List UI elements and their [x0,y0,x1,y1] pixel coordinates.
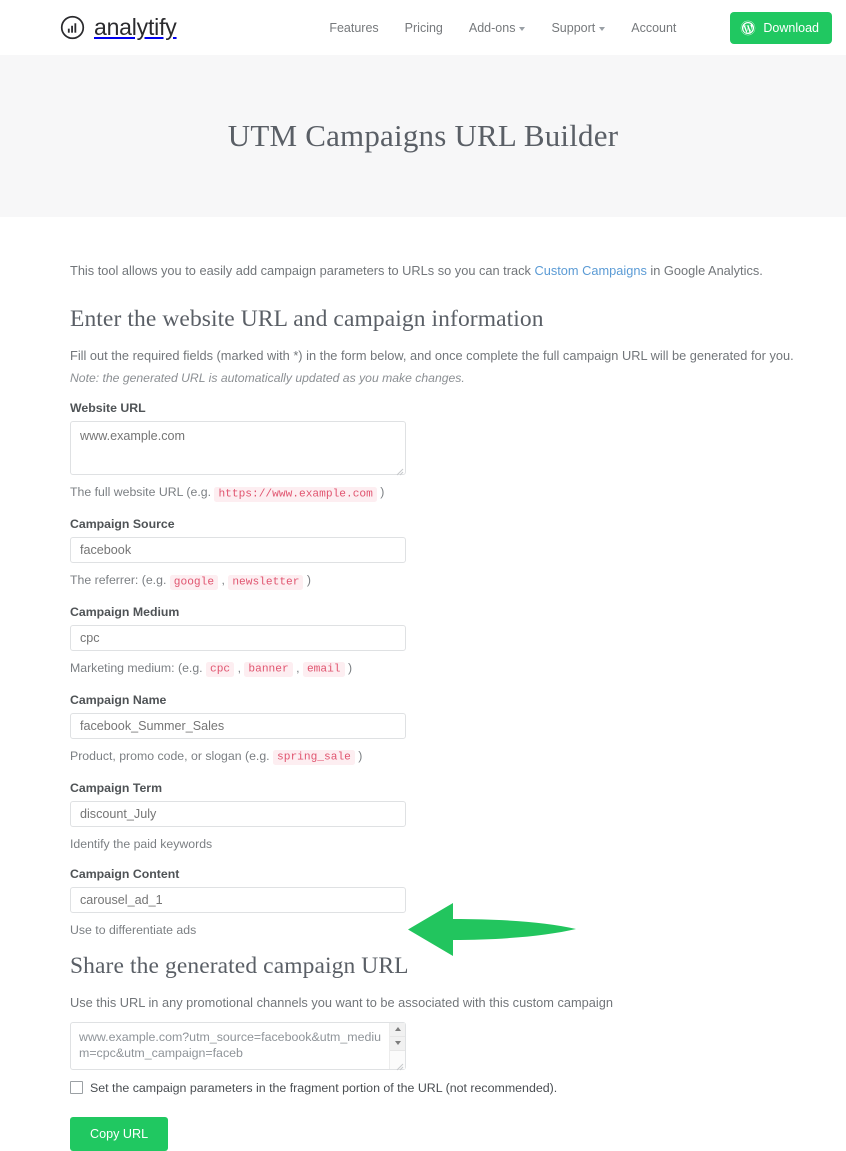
nav-item-account[interactable]: Account [631,21,676,35]
page-title: UTM Campaigns URL Builder [227,118,619,153]
scrollbar-track[interactable] [390,1050,405,1069]
field-campaign-source: Campaign Source [70,517,846,564]
share-description: Use this URL in any promotional channels… [70,995,613,1011]
campaign-name-input[interactable] [70,712,406,739]
helper-suffix: ) [354,748,363,763]
field-campaign-term: Campaign Term [70,781,846,827]
download-button[interactable]: Download [730,11,832,44]
fragment-checkbox-row[interactable]: Set the campaign parameters in the fragm… [70,1081,846,1095]
main-content: This tool allows you to easily add campa… [0,217,846,1151]
code-token: cpc [206,662,235,678]
helper-prefix: Product, promo code, or slogan (e.g. [70,748,274,763]
triangle-down-icon [394,1041,401,1046]
nav-item-features[interactable]: Features [329,21,378,35]
code-token: https://www.example.com [214,486,377,502]
intro-paragraph: This tool allows you to easily add campa… [70,261,846,280]
helper-campaign-name: Product, promo code, or slogan (e.g. spr… [70,747,846,767]
nav-label: Features [329,20,379,35]
form-lead-text: Fill out the required fields (marked wit… [70,348,794,364]
scrollbar-down-button[interactable] [390,1036,405,1051]
helper-suffix: ) [303,573,311,588]
field-label-campaign-content: Campaign Content [70,867,180,881]
field-label-campaign-term: Campaign Term [70,780,163,795]
comma-separator: , [218,573,229,588]
nav-label: Account [631,20,677,35]
intro-text-after: in Google Analytics. [646,263,763,278]
nav-label: Support [551,20,596,35]
main-navigation: Features Pricing Add-ons Support Account [329,11,832,44]
nav-label: Pricing [404,20,443,35]
generated-url-scrollbar[interactable] [389,1022,405,1069]
helper-campaign-source: The referrer: (e.g. google , newsletter … [70,571,846,591]
code-token: newsletter [228,574,304,590]
helper-prefix: The full website URL (e.g. [70,485,215,500]
helper-suffix: ) [344,660,353,675]
campaign-content-input[interactable] [70,887,406,913]
hero-banner: UTM Campaigns URL Builder [0,55,846,217]
copy-url-button[interactable]: Copy URL [70,1116,169,1151]
helper-campaign-medium: Marketing medium: (e.g. cpc , banner , e… [70,659,846,679]
helper-prefix: Marketing medium: (e.g. [70,660,206,675]
nav-item-add-ons[interactable]: Add-ons [469,21,526,35]
triangle-up-icon [394,1027,401,1032]
fragment-checkbox-label: Set the campaign parameters in the fragm… [90,1080,558,1095]
code-token: banner [244,662,293,678]
helper-campaign-content: Use to differentiate ads [70,923,197,937]
field-campaign-content: Campaign Content [70,867,846,913]
fragment-checkbox[interactable] [70,1081,83,1095]
field-label-website-url: Website URL [70,401,146,416]
chevron-down-icon [599,26,606,31]
analytify-circle-bars-logo-icon [60,15,85,40]
helper-suffix: ) [376,485,385,500]
brand-logo-link[interactable]: analytify [60,14,177,41]
nav-label: Add-ons [468,20,516,35]
site-header: analytify Features Pricing Add-ons Suppo… [0,0,846,55]
code-token: spring_sale [273,750,355,766]
chevron-down-icon [519,26,526,31]
campaign-term-input[interactable] [70,800,406,827]
download-button-label: Download [763,20,819,35]
helper-campaign-term: Identify the paid keywords [70,836,213,851]
field-campaign-medium: Campaign Medium [70,605,846,651]
nav-item-pricing[interactable]: Pricing [405,21,443,35]
field-campaign-name: Campaign Name [70,693,846,739]
field-label-campaign-source: Campaign Source [70,517,175,532]
comma-separator: , [292,660,303,675]
wordpress-icon [740,20,756,36]
form-note-text: Note: the generated URL is automatically… [70,371,465,386]
form-section-title: Enter the website URL and campaign infor… [70,306,544,333]
comma-separator: , [234,660,245,675]
share-section-title: Share the generated campaign URL [70,953,409,980]
brand-name: analytify [94,14,177,40]
intro-text-before: This tool allows you to easily add campa… [70,263,535,278]
code-token: email [302,662,345,678]
campaign-medium-input[interactable] [70,624,406,651]
helper-website-url: The full website URL (e.g. https://www.e… [70,483,846,503]
helper-prefix: The referrer: (e.g. [70,573,170,588]
field-label-campaign-name: Campaign Name [70,692,167,707]
custom-campaigns-link[interactable]: Custom Campaigns [534,263,646,278]
generated-url-output[interactable]: www.example.com?utm_source=facebook&utm_… [70,1021,406,1070]
code-token: google [169,574,219,590]
campaign-source-input[interactable] [70,537,406,564]
field-label-campaign-medium: Campaign Medium [70,604,180,619]
nav-item-support[interactable]: Support [551,20,606,35]
scrollbar-up-button[interactable] [390,1022,405,1037]
website-url-textarea-wrap [70,421,406,476]
website-url-input[interactable] [70,421,406,476]
field-website-url: Website URL [70,401,846,476]
generated-url-wrap: www.example.com?utm_source=facebook&utm_… [70,1021,406,1070]
